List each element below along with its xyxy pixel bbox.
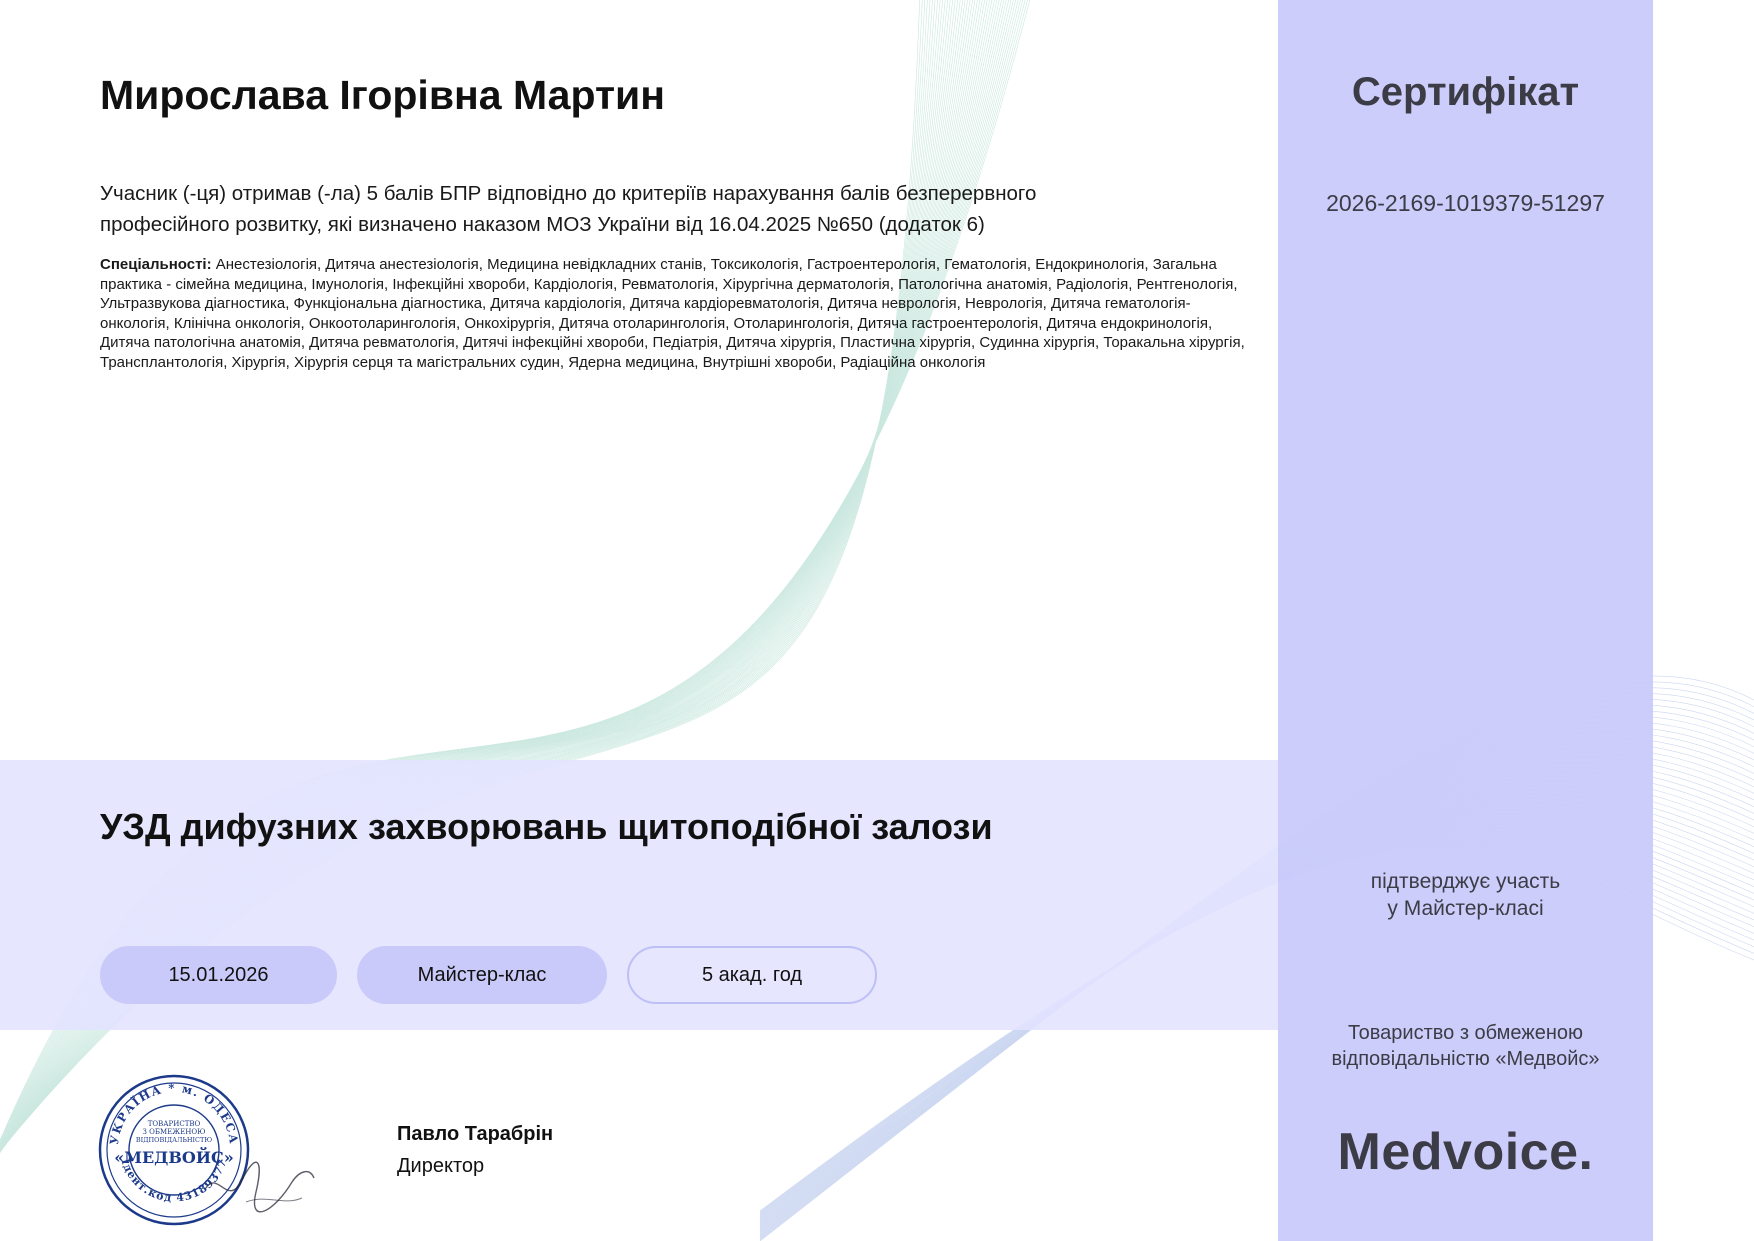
organization-name: Товариство з обмеженою відповідальністю … [1278, 1020, 1653, 1072]
confirmation-line-2: у Майстер-класі [1387, 897, 1544, 920]
certificate-number: 2026-2169-1019379-51297 [1326, 190, 1605, 216]
confirmation-text: підтверджує участь у Майстер-класі [1278, 868, 1653, 922]
certificate-page: Мирослава Ігорівна Мартин Учасник (-ця) … [0, 0, 1754, 1241]
certificate-title: Сертифікат [1351, 70, 1580, 114]
course-hours-chip: 5 акад. год [627, 946, 877, 1004]
specialties-label: Спеціальності: [100, 256, 212, 273]
specialties-list: Анестезіологія, Дитяча анестезіологія, М… [100, 256, 1245, 371]
seal-center-text: «МЕДВОЙС» [114, 1146, 233, 1167]
seal-inner-line-3: ВІДПОВІДАЛЬНІСТЮ [136, 1136, 213, 1144]
signer-name: Павло Тарабрін [397, 1123, 554, 1145]
signer-role: Директор [397, 1155, 485, 1177]
specialties: Спеціальності: Анестезіологія, Дитяча ан… [100, 255, 1250, 373]
participant-name: Мирослава Ігорівна Мартин [100, 72, 665, 118]
course-date-chip: 15.01.2026 [100, 946, 337, 1004]
course-title: УЗД дифузних захворювань щитоподібної за… [100, 806, 993, 847]
course-type-chip: Майстер-клас [357, 946, 607, 1004]
points-statement: Учасник (-ця) отримав (-ла) 5 балів БПР … [100, 182, 1037, 236]
organization-line-1: Товариство з обмеженою [1347, 1022, 1584, 1044]
company-seal-icon: УКРАЇНА * м. ОДЕСА Ідент.код 43189377 ТО… [98, 1074, 315, 1226]
medvoice-logo: Medvoice. [1337, 1123, 1594, 1181]
confirmation-line-1: підтверджує участь [1370, 870, 1561, 893]
seal-inner-line-1: ТОВАРИСТВО [148, 1120, 201, 1128]
seal-inner-line-2: З ОБМЕЖЕНОЮ [143, 1128, 206, 1136]
organization-line-2: відповідальністю «Медвойс» [1331, 1048, 1600, 1070]
